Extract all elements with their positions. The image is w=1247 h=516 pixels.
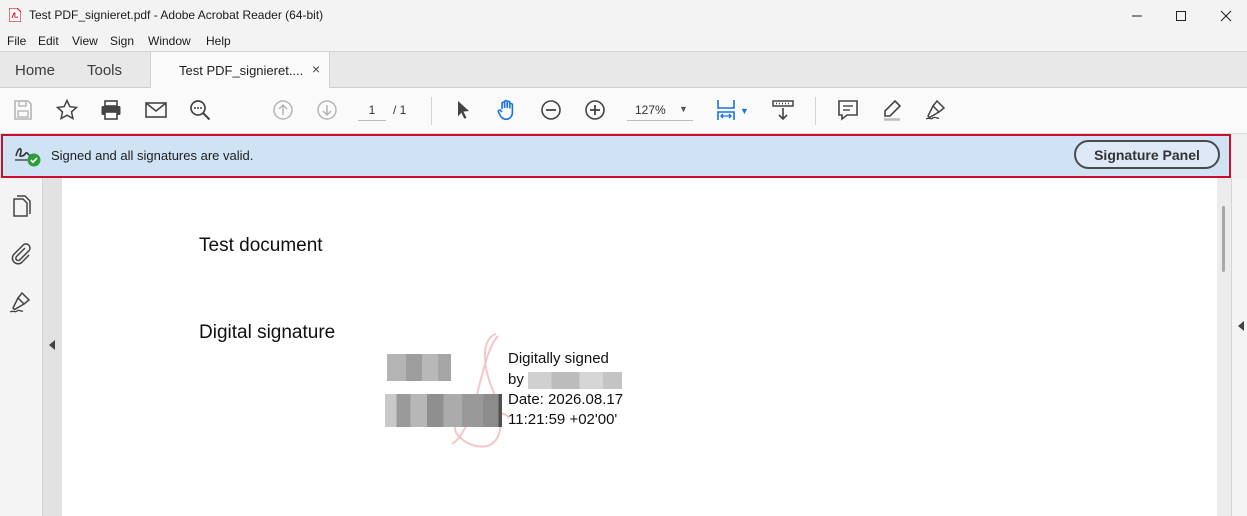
toolbar-divider — [431, 97, 432, 125]
paperclip-icon[interactable] — [8, 241, 34, 267]
signature-status-bar: Signed and all signatures are valid. Sig… — [1, 134, 1231, 178]
select-tool-button[interactable] — [450, 97, 476, 123]
redacted-name-block — [387, 354, 451, 381]
menu-edit[interactable]: Edit — [38, 34, 59, 48]
plus-circle-icon — [585, 100, 605, 120]
fit-page-button[interactable] — [713, 97, 739, 123]
previous-page-button[interactable] — [270, 97, 296, 123]
signatures-pane-icon[interactable] — [8, 289, 34, 315]
document-subheading: Digital signature — [199, 322, 336, 343]
menu-sign[interactable]: Sign — [110, 34, 134, 48]
menu-help[interactable]: Help — [206, 34, 231, 48]
pen-highlight-icon — [884, 99, 902, 121]
scroll-mode-icon — [772, 100, 794, 121]
menu-bar: File Edit View Sign Window Help — [0, 31, 1247, 51]
mail-icon — [145, 102, 167, 118]
window-title: Test PDF_signieret.pdf - Adobe Acrobat R… — [29, 8, 324, 22]
hand-tool-button[interactable] — [494, 97, 520, 123]
maximize-icon — [1176, 10, 1186, 21]
zoom-out-button[interactable] — [538, 97, 564, 123]
acrobat-app-icon — [9, 8, 21, 22]
tab-close-button[interactable]: × — [312, 61, 320, 77]
close-window-button[interactable] — [1203, 0, 1247, 31]
zoom-value: 127% — [635, 103, 666, 117]
acrobat-signature-watermark-icon — [451, 333, 510, 448]
signature-line-3: Date: 2026.08.17 — [508, 391, 624, 408]
save-icon — [14, 100, 32, 120]
redacted-signer-name — [528, 372, 622, 389]
print-button[interactable] — [98, 97, 124, 123]
page-thumbnails-icon[interactable] — [8, 195, 34, 221]
hand-icon — [497, 99, 514, 121]
signature-panel-button[interactable]: Signature Panel — [1074, 140, 1220, 169]
scroll-mode-button[interactable] — [770, 97, 796, 123]
bookmark-button[interactable] — [54, 97, 80, 123]
tab-document-label: Test PDF_signieret.... — [179, 63, 304, 78]
signature-status-message: Signed and all signatures are valid. — [51, 148, 254, 163]
save-button[interactable] — [10, 97, 36, 123]
toolbar-divider — [815, 97, 816, 125]
search-icon — [190, 100, 211, 121]
print-icon — [101, 100, 121, 120]
title-bar: Test PDF_signieret.pdf - Adobe Acrobat R… — [0, 0, 1247, 31]
signature-line-2: by — [508, 371, 524, 388]
comment-icon — [838, 100, 858, 121]
chevron-down-icon: ▼ — [679, 104, 688, 114]
fit-page-icon — [717, 100, 735, 120]
expand-right-pane-icon[interactable] — [1238, 321, 1244, 331]
tab-bar: Home Tools Test PDF_signieret.... × — [0, 51, 1247, 89]
fountain-pen-icon — [925, 99, 946, 120]
minimize-icon — [1132, 15, 1142, 16]
zoom-in-button[interactable] — [582, 97, 608, 123]
sign-button[interactable] — [923, 97, 949, 123]
minus-circle-icon — [541, 100, 561, 120]
left-navigation-pane — [0, 178, 43, 516]
star-icon — [55, 98, 79, 120]
right-pane-strip — [1231, 178, 1247, 516]
arrow-down-circle-icon — [317, 100, 337, 120]
fit-page-chevron-icon[interactable]: ▼ — [740, 106, 749, 116]
toolbar: / 1 127% ▼ ▼ — [0, 88, 1247, 134]
tab-home[interactable]: Home — [15, 62, 55, 79]
signature-line-4: 11:21:59 +02'00' — [508, 411, 618, 428]
comment-button[interactable] — [835, 97, 861, 123]
signature-line-1: Digitally signed — [508, 350, 609, 367]
close-icon — [1220, 10, 1232, 21]
scrollbar-thumb[interactable] — [1222, 206, 1225, 272]
find-button[interactable] — [187, 97, 213, 123]
arrow-up-circle-icon — [273, 100, 293, 120]
menu-view[interactable]: View — [72, 34, 98, 48]
maximize-button[interactable] — [1158, 0, 1204, 31]
cursor-arrow-icon — [458, 101, 469, 119]
page-total: / 1 — [393, 103, 407, 117]
highlight-button[interactable] — [879, 97, 905, 123]
redacted-name-block — [385, 394, 502, 427]
tab-document[interactable]: Test PDF_signieret.... × — [150, 52, 330, 89]
pdf-page — [62, 178, 1217, 516]
signature-valid-icon — [15, 147, 41, 167]
collapse-left-pane-icon[interactable] — [49, 340, 55, 350]
minimize-button[interactable] — [1114, 0, 1160, 31]
page-number-input[interactable] — [358, 100, 386, 121]
tab-tools[interactable]: Tools — [87, 62, 122, 79]
document-heading: Test document — [199, 235, 323, 256]
menu-window[interactable]: Window — [148, 34, 191, 48]
next-page-button[interactable] — [314, 97, 340, 123]
email-button[interactable] — [143, 97, 169, 123]
zoom-select[interactable]: 127% ▼ — [627, 100, 693, 121]
menu-file[interactable]: File — [7, 34, 26, 48]
